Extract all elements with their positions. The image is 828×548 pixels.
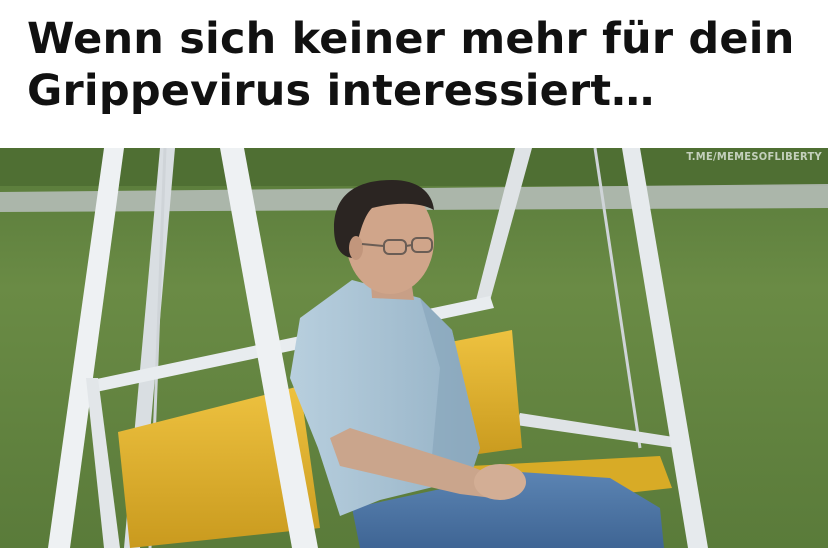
person-hands xyxy=(474,464,526,500)
meme: Wenn sich keiner mehr für dein Grippevir… xyxy=(0,0,828,548)
caption-line-1: Wenn sich keiner mehr für dein xyxy=(27,14,795,64)
watermark: T.ME/MEMESOFLIBERTY xyxy=(686,150,822,163)
photo: T.ME/MEMESOFLIBERTY xyxy=(0,148,828,548)
person-ear xyxy=(349,236,363,260)
caption-line-2: Grippevirus interessiert… xyxy=(27,66,655,116)
caption-area: Wenn sich keiner mehr für dein Grippevir… xyxy=(0,0,828,148)
photo-illustration xyxy=(0,148,828,548)
